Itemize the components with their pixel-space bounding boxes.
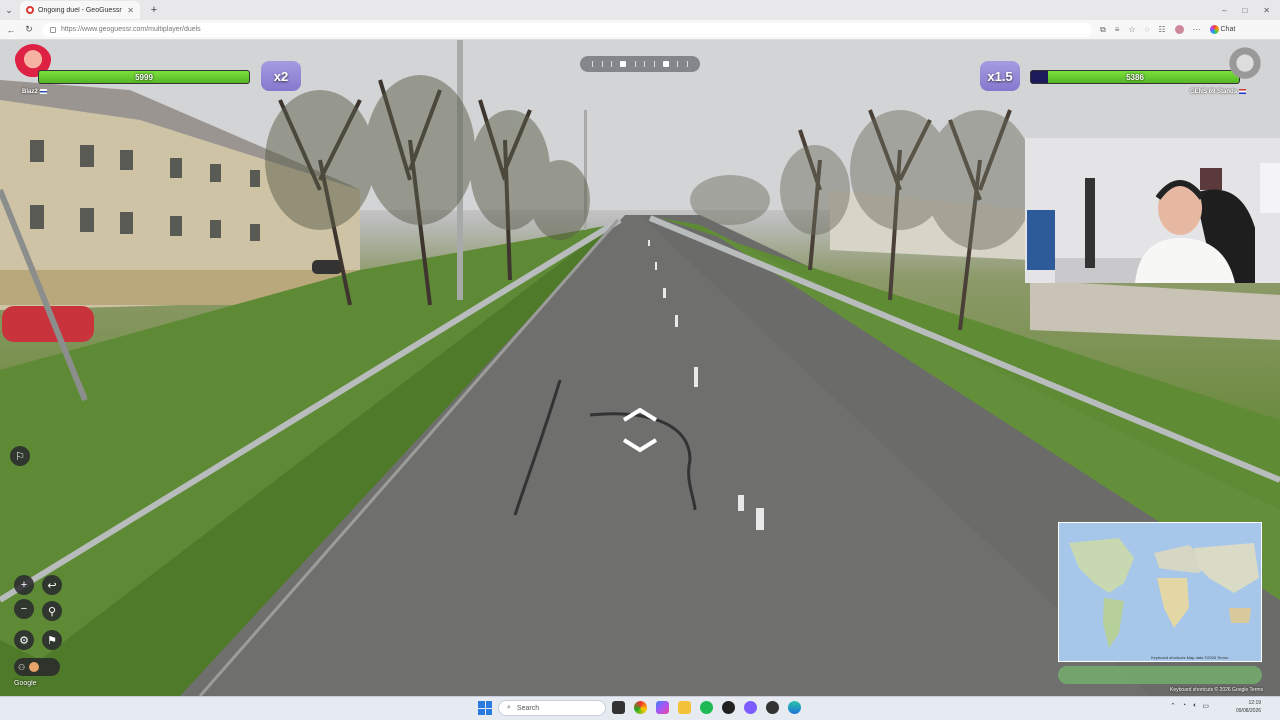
new-tab-button[interactable]: + [146,4,162,16]
geoguessr-favicon-icon [26,6,34,14]
player-right-name-text: 69 Stands [1208,89,1238,96]
google-logo: Google [14,680,37,687]
lock-icon [50,26,56,33]
player-left-health-bar: 5999 [38,70,250,84]
netherlands-flag-icon [1239,89,1247,94]
player-right-health-value: 5386 [1126,72,1144,82]
pin-button[interactable]: ⚲ [42,601,62,621]
undo-button[interactable]: ↩ [42,575,62,595]
file-explorer-icon[interactable] [678,701,691,714]
address-bar: ← ↻ https://www.geoguessr.com/multiplaye… [0,20,1280,40]
player-left-name: Blaz2 [22,89,47,95]
windows-icon[interactable] [478,701,492,715]
refresh-icon[interactable]: ↻ [24,24,34,35]
emote-icon [29,662,40,672]
tab-geoguessr[interactable]: Ongoing duel - GeoGuessr ✕ [20,1,140,19]
app-icon-dark[interactable] [722,701,735,714]
player-right-multiplier: x1.5 [980,61,1020,91]
system-tray: ⌃ ◔ ◖ ▭ [1170,702,1209,710]
wifi-icon[interactable]: ◔ [1182,702,1186,710]
reader-icon[interactable]: ≡ [1115,25,1120,34]
tray-chevron-icon[interactable]: ⌃ [1170,702,1176,710]
player-right-health-bar: 5386 [1030,70,1240,84]
zoom-out-button[interactable]: − [14,599,34,619]
tab-title: Ongoing duel - GeoGuessr [38,6,122,14]
street-view-panorama[interactable]: Keyboard shortcuts Map data ©2026 Terms [0,40,1280,696]
profile-avatar[interactable] [1174,25,1184,34]
tab-close-icon[interactable]: ✕ [127,6,134,15]
report-icon[interactable]: ⚐ [10,446,30,466]
clock-date: 09/08/2026 [1236,708,1262,714]
finland-flag-icon [39,89,47,94]
player-left-health-value: 5999 [135,72,153,82]
copilot-button[interactable]: Chat [1209,25,1236,34]
player-left-name-text: Blaz2 [22,89,38,96]
favorites-icon[interactable]: ☷ [1158,25,1165,34]
taskbar-search-placeholder: Search [516,704,540,712]
flag-button[interactable]: ⚑ [42,630,62,650]
people-icon: ⚇ [18,662,26,672]
world-map [1059,523,1261,661]
extension-icon[interactable]: ⧉ [1100,25,1106,35]
copilot-label: Chat [1220,26,1236,33]
tab-bar: ⌄ Ongoing duel - GeoGuessr ✕ + – □ ✕ [0,0,1280,20]
player-left-multiplier: x2 [261,61,301,91]
edge-icon[interactable] [788,701,801,714]
streamer-image [1025,138,1280,283]
minimize-button[interactable]: – [1222,6,1226,15]
emote-chat-button[interactable]: ⚇ [14,658,60,676]
player-right-tag: GENS [1190,89,1208,96]
tab-menu-icon[interactable]: ⌄ [0,1,18,19]
player-right-avatar [1226,46,1264,84]
arrow-up-icon[interactable] [622,406,658,422]
chrome-icon[interactable] [634,701,647,714]
browser-window: ⌄ Ongoing duel - GeoGuessr ✕ + – □ ✕ ← ↻… [0,0,1280,720]
url-text: https://www.geoguessr.com/multiplayer/du… [61,26,201,33]
battery-icon[interactable]: ▭ [1202,702,1209,710]
arrow-down-icon[interactable] [622,438,658,454]
task-view-icon[interactable] [612,701,625,714]
star-icon[interactable]: ☆ [1128,25,1135,34]
minimap[interactable]: Keyboard shortcuts Map data ©2026 Terms [1058,522,1262,662]
window-controls: – □ ✕ [1222,6,1280,15]
maximize-button[interactable]: □ [1242,6,1247,15]
webcam-overlay [1025,138,1280,283]
more-icon[interactable]: ⋯ [1193,25,1201,34]
settings-button[interactable]: ⚙ [14,630,34,650]
taskbar-search[interactable]: ⌕ Search [498,700,606,716]
zoom-in-button[interactable]: + [14,575,34,595]
url-field[interactable]: https://www.geoguessr.com/multiplayer/du… [42,22,1092,37]
settings-icon[interactable]: ◌ [1145,25,1150,34]
map-credits: Keyboard shortcuts Map data ©2026 Terms [1151,655,1229,660]
clock-time: 12:19 [1248,700,1262,706]
volume-icon[interactable]: ◖ [1192,702,1196,710]
guess-button[interactable] [1058,666,1262,684]
spotify-icon[interactable] [700,701,713,714]
obs-icon[interactable] [766,701,779,714]
copilot-icon [1209,25,1219,34]
clock[interactable]: 12:19 09/08/2026 [1236,699,1261,715]
copilot-app-icon[interactable] [656,701,669,714]
back-icon[interactable]: ← [6,25,16,35]
compass-icon [580,56,700,72]
discord-icon[interactable] [744,701,757,714]
player-right-name: GENS 69 Stands [1190,89,1247,96]
footer-credits: Keyboard shortcuts © 2026 Google Terms [1170,687,1264,693]
close-window-button[interactable]: ✕ [1263,6,1270,15]
search-icon: ⌕ [507,704,511,711]
toolbar-buttons: ⧉ ≡ ☆ ◌ ☷ ⋯ Chat [1100,25,1235,35]
